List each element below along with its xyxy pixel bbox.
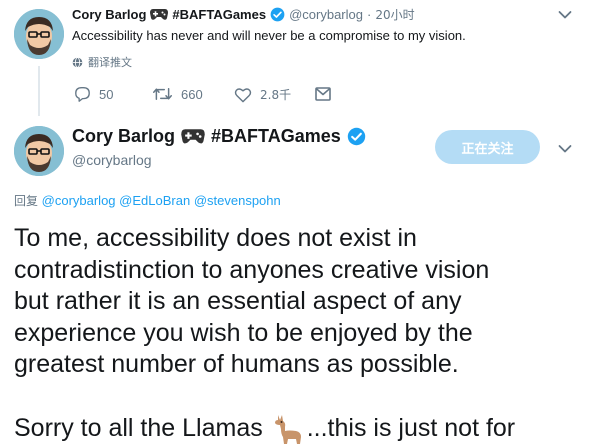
translate-label[interactable]: 翻译推文	[88, 54, 132, 70]
body-line: experience you wish to be enjoyed by the	[14, 318, 473, 347]
llama-emoji	[274, 415, 301, 444]
mention-link[interactable]: @corybarlog	[42, 193, 116, 208]
body-line: greatest number of humans as possible.	[14, 350, 459, 378]
body-line: contradistinction to anyones creative vi…	[14, 255, 490, 284]
avatar-image	[14, 126, 64, 176]
retweet-icon	[153, 88, 172, 100]
body-text-part: ...this is just not for	[306, 414, 516, 443]
retweet-count: 660	[181, 86, 203, 102]
verified-badge-icon	[347, 127, 365, 146]
thread-line	[38, 66, 40, 116]
reply-count: 50	[99, 86, 114, 102]
like-count: 2.8千	[260, 88, 292, 102]
body-line: To me, accessibility does not exist in	[14, 224, 417, 252]
reply-context: 回复 @corybarlog @EdLoBran @stevenspohn	[14, 192, 281, 209]
author-handle[interactable]: @corybarlog	[72, 152, 152, 168]
gamepad-icon	[181, 129, 205, 144]
like-icon	[234, 87, 252, 102]
body-text-part: Sorry to all the Llamas	[14, 414, 263, 443]
tweet-time[interactable]: 20小时	[375, 6, 414, 23]
author-name[interactable]: Cory Barlog	[72, 7, 146, 22]
reply-icon	[75, 87, 90, 102]
globe-icon	[72, 56, 83, 68]
retweet-button[interactable]: 660	[152, 86, 203, 102]
chevron-down-icon[interactable]	[558, 144, 572, 154]
body-line: but rather it is an essential aspect of …	[14, 287, 462, 315]
verified-badge-icon	[270, 7, 285, 22]
chevron-down-icon[interactable]	[558, 10, 572, 20]
mention-link[interactable]: @stevenspohn	[194, 193, 281, 208]
author-handle[interactable]: @corybarlog	[289, 7, 363, 22]
author-hashtag[interactable]: #BAFTAGames	[211, 126, 341, 147]
avatar-image	[14, 9, 64, 59]
like-button[interactable]: 2.8千	[234, 86, 291, 103]
tweet-body: To me, accessibility does not exist in c…	[14, 223, 489, 381]
translate-link[interactable]: 翻译推文	[72, 54, 132, 70]
separator: ·	[367, 7, 372, 22]
body-line-sorry: Sorry to all the Llamas ...this is just …	[14, 413, 515, 445]
tweet-text: Accessibility has never and will never b…	[72, 28, 466, 43]
following-button[interactable]: 正在关注	[435, 130, 540, 164]
gamepad-icon	[150, 9, 169, 20]
mention-link[interactable]: @EdLoBran	[119, 193, 190, 208]
reply-prefix: 回复	[14, 194, 39, 208]
avatar[interactable]	[14, 9, 64, 59]
tweet2-header: Cory Barlog #BAFTAGames	[72, 126, 366, 147]
avatar[interactable]	[14, 126, 64, 176]
reply-button[interactable]: 50	[74, 86, 113, 102]
author-name[interactable]: Cory Barlog	[72, 126, 175, 147]
dm-icon[interactable]	[315, 87, 331, 101]
tweet1-header: Cory Barlog #BAFTAGames @corybarlog · 20…	[72, 6, 415, 23]
author-hashtag[interactable]: #BAFTAGames	[172, 7, 266, 22]
